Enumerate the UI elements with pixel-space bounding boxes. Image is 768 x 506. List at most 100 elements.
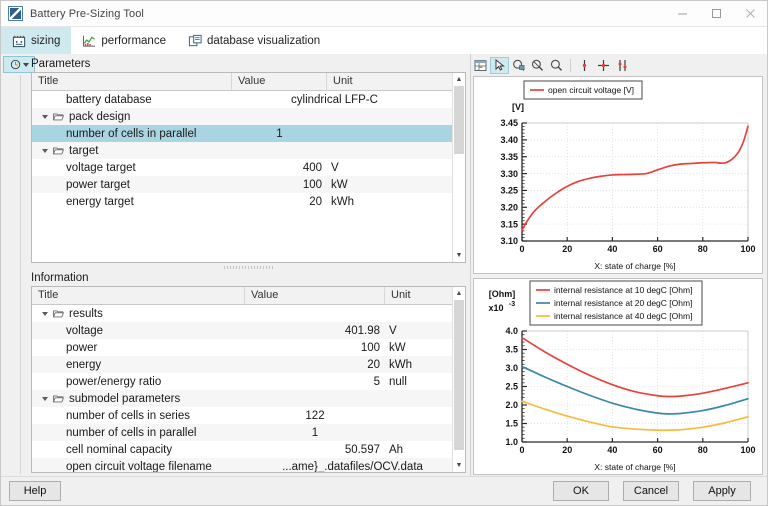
table-row[interactable]: submodel parameters [32,390,465,407]
information-scrollbar[interactable]: ▲ ▼ [452,287,465,472]
maximize-icon[interactable] [699,1,733,26]
row-value-cell[interactable]: 1 [232,128,327,140]
internal-resistance-chart[interactable]: 1.0 1.5 2.0 2.5 3.0 3.5 4.0 0 20 40 60 80 100 [Ohm] x1… [473,278,763,475]
y-tick-label: 3.0 [505,363,518,373]
expand-collapse-icon[interactable] [42,113,49,120]
row-value-cell[interactable]: 50.597 [245,444,385,456]
x-axis-label: X: state of charge [%] [594,261,675,271]
x-axis-label: X: state of charge [%] [594,462,675,472]
tab-sizing[interactable]: sizing [1,27,72,54]
open-circuit-voltage-chart[interactable]: 3.10 3.15 3.20 3.25 3.30 3.35 3.40 3.45 0 20 40 60 8… [473,76,763,274]
column-header-value[interactable]: Value [245,287,385,304]
row-value-cell[interactable]: 122 [245,410,385,422]
scroll-up-icon[interactable]: ▲ [453,73,465,86]
parameters-scroll-thumb[interactable] [454,86,464,154]
cancel-button[interactable]: Cancel [623,481,679,501]
row-value-cell[interactable]: 401.98 [245,325,385,337]
tab-database-visualization-label: database visualization [206,34,321,47]
panel-splitter[interactable] [31,265,466,270]
scroll-down-icon[interactable]: ▼ [453,249,465,262]
parameters-scroll-track[interactable] [453,86,465,249]
tab-performance-label: performance [101,34,166,47]
table-row[interactable]: cell nominal capacity 50.597 Ah [32,441,465,458]
row-title-cell: energy [32,359,245,371]
row-title-cell: pack design [32,111,232,123]
table-row[interactable]: number of cells in parallel 1 [32,125,465,142]
column-header-title[interactable]: Title [32,73,232,90]
chevron-down-icon [22,63,29,67]
zoom-out-icon[interactable] [528,57,547,74]
help-button[interactable]: Help [9,481,61,501]
dual-cursor-icon[interactable] [613,57,632,74]
splitter-grip [223,266,274,269]
row-value-cell[interactable]: 20 [245,359,385,371]
row-value-cell[interactable]: 1 [245,427,385,439]
legend-entry-label: internal resistance at 20 degC [Ohm] [554,298,692,308]
table-row[interactable]: energy 20 kWh [32,356,465,373]
table-row[interactable]: voltage target 400 V [32,159,465,176]
row-title-label: power/energy ratio [66,375,162,388]
table-row[interactable]: power target 100 kW [32,176,465,193]
chart-legend[interactable]: internal resistance at 10 degC [Ohm] inte… [529,280,703,326]
row-title-cell: number of cells in parallel [32,427,245,439]
tab-database-visualization[interactable]: database visualization [177,27,331,54]
expand-collapse-icon[interactable] [42,310,49,317]
row-value-cell[interactable]: 100 [245,342,385,354]
table-row[interactable]: power 100 kW [32,339,465,356]
information-scroll-track[interactable] [453,300,465,459]
zoom-in-icon[interactable] [547,57,566,74]
select-arrow-icon[interactable] [490,56,509,74]
table-row[interactable]: battery database cylindrical LFP-C [32,91,465,108]
table-row[interactable]: pack design [32,108,465,125]
table-row[interactable]: power/energy ratio 5 null [32,373,465,390]
table-view-icon[interactable] [471,57,490,74]
row-value-cell[interactable]: cylindrical LFP-C [232,94,437,106]
row-title-cell: cell nominal capacity [32,444,245,456]
table-row[interactable]: number of cells in parallel 1 [32,424,465,441]
tab-performance[interactable]: performance [71,27,177,54]
table-row[interactable]: target [32,142,465,159]
dialog-footer: Help OK Cancel Apply [1,476,767,505]
table-row[interactable]: voltage 401.98 V [32,322,465,339]
ok-button[interactable]: OK [553,481,609,501]
apply-button[interactable]: Apply [693,481,751,501]
expand-collapse-icon[interactable] [42,395,49,402]
tab-bar: sizing performance database visualizatio… [1,27,767,55]
crosshair-cursor-icon[interactable] [594,57,613,74]
folder-icon [53,147,64,155]
x-tick-label: 0 [519,445,524,455]
parameters-scrollbar[interactable]: ▲ ▼ [452,73,465,262]
column-header-title[interactable]: Title [32,287,245,304]
x-tick-label: 80 [698,244,708,254]
information-section: Information Title Value Unit results volt… [31,271,466,473]
minimize-icon[interactable] [665,1,699,26]
row-value-cell[interactable]: 100 [232,179,327,191]
y-tick-label: 3.30 [500,169,518,179]
chart-legend[interactable]: open circuit voltage [V] [523,80,643,100]
single-cursor-icon[interactable] [575,57,594,74]
table-row[interactable]: energy target 20 kWh [32,193,465,210]
close-icon[interactable] [733,1,767,26]
row-value-cell[interactable]: ...ame}_.datafiles/OCV.data [245,461,460,473]
row-title-label: power [66,341,98,354]
parameters-table-body: battery database cylindrical LFP-C pack de… [32,91,465,262]
table-row[interactable]: number of cells in series 122 [32,407,465,424]
row-title-cell: target [32,145,232,157]
information-scroll-thumb[interactable] [454,300,464,450]
row-value-cell[interactable]: 5 [245,376,385,388]
row-title-cell: voltage target [32,162,232,174]
row-title-label: target [69,144,99,157]
table-row[interactable]: results [32,305,465,322]
zoom-region-icon[interactable] [509,57,528,74]
row-value-cell[interactable]: 20 [232,196,327,208]
scroll-up-icon[interactable]: ▲ [453,287,465,300]
table-row[interactable]: open circuit voltage filename ...ame}_.da… [32,458,465,472]
expand-collapse-icon[interactable] [42,147,49,154]
column-header-unit[interactable]: Unit [327,73,465,90]
column-header-value[interactable]: Value [232,73,327,90]
row-value-cell[interactable]: 400 [232,162,327,174]
x-tick-label: 20 [562,445,572,455]
parameters-section: Parameters Title Value Unit battery data… [31,57,466,263]
scroll-down-icon[interactable]: ▼ [453,459,465,472]
x-tick-label: 80 [698,445,708,455]
